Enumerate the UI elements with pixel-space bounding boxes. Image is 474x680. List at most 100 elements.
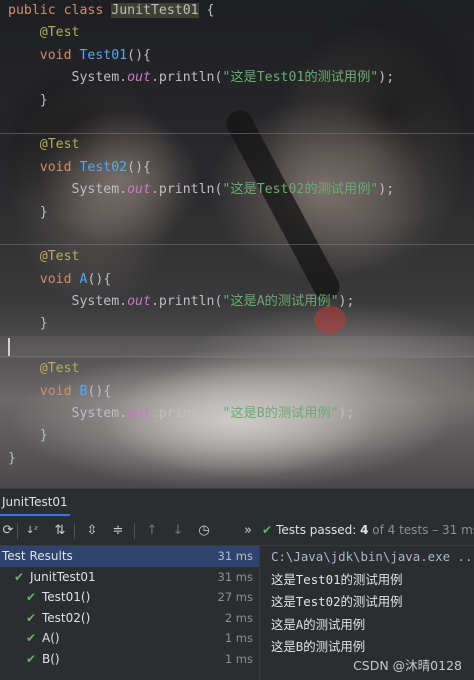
code-line[interactable]: void A(){ <box>8 269 394 291</box>
keyword: class <box>63 3 104 18</box>
code-line[interactable]: void B(){ <box>8 381 394 403</box>
code-line[interactable]: void Test01(){ <box>8 45 394 67</box>
tree-row-duration: 1 ms <box>224 631 253 645</box>
sort-alpha-icon[interactable]: ↓ᶻ <box>24 523 40 539</box>
tree-row-duration: 31 ms <box>217 549 253 563</box>
test-results-tree[interactable]: Test Results 31 ms ✔ JunitTest01 31 ms ✔ Test0… <box>0 546 260 680</box>
passed-check-icon: ✔ <box>14 569 25 584</box>
code-line[interactable]: System.out.println("这是Test02的测试用例"); <box>8 179 395 201</box>
tree-row[interactable]: ✔ Test02() 2 ms <box>0 608 259 629</box>
tree-row[interactable]: ✔ JunitTest01 31 ms <box>0 567 259 588</box>
static-field: out <box>127 406 151 422</box>
method-params: (){ <box>127 159 151 175</box>
method-name: Test02 <box>79 159 128 175</box>
code-line[interactable]: } <box>8 313 394 335</box>
code-line[interactable]: @Test <box>8 134 394 156</box>
code-line[interactable]: System.out.println("这是B的测试用例"); <box>8 403 394 425</box>
brace: } <box>39 428 48 444</box>
annotation: @Test <box>39 137 80 153</box>
method-call: .println( <box>150 294 223 310</box>
statement-end: ); <box>378 70 395 86</box>
tree-row-duration: 1 ms <box>224 651 253 666</box>
code-line[interactable]: } <box>8 448 394 470</box>
keyword: void <box>39 271 72 287</box>
history-icon[interactable]: ◷ <box>196 523 212 539</box>
string-literal: "这是Test01的测试用例" <box>222 70 379 86</box>
tree-row-label: Test01() <box>42 590 91 604</box>
class-ref: System. <box>71 294 128 310</box>
rerun-icon[interactable]: ⟳ <box>0 523 16 539</box>
brace: { <box>198 3 215 18</box>
string-literal: "这是B的测试用例" <box>222 406 339 422</box>
code-line[interactable]: } <box>8 202 394 224</box>
method-params: (){ <box>127 47 151 63</box>
passed-check-icon: ✔ <box>26 590 37 604</box>
code-line[interactable]: } <box>8 425 394 447</box>
string-literal: "这是A的测试用例" <box>222 294 339 310</box>
code-line[interactable] <box>8 336 394 358</box>
tree-row-duration: 27 ms <box>217 590 253 604</box>
class-name: JunitTest01 <box>111 3 199 18</box>
code-line[interactable]: @Test <box>8 246 394 268</box>
brace: } <box>39 204 48 220</box>
tests-status: ✔ Tests passed: 4 of 4 tests – 31 ms <box>262 523 474 537</box>
sort-duration-icon[interactable]: ⇅ <box>52 523 68 539</box>
tree-row[interactable]: Test Results 31 ms <box>0 546 259 567</box>
method-params: (){ <box>87 271 112 287</box>
method-name: Test01 <box>79 47 128 63</box>
code-line[interactable] <box>8 112 394 134</box>
prev-failed-icon[interactable]: ↑ <box>144 523 160 539</box>
toolbar-divider <box>74 523 75 539</box>
annotation: @Test <box>39 249 80 265</box>
code-line[interactable]: public class JunitTest01 { <box>8 0 394 22</box>
code-editor[interactable]: public class JunitTest01 { @Test void Te… <box>0 0 474 488</box>
more-icon[interactable]: » <box>240 523 256 539</box>
code-line[interactable]: @Test <box>8 22 394 44</box>
tree-row-label: JunitTest01 <box>30 569 96 584</box>
tree-row[interactable]: ✔ Test01() 27 ms <box>0 587 259 608</box>
method-params: (){ <box>87 383 112 399</box>
console-line: 这是Test02的测试用例 <box>271 594 403 609</box>
passed-check-icon: ✔ <box>26 610 37 625</box>
keyword: void <box>39 383 72 399</box>
next-failed-icon[interactable]: ↓ <box>170 523 186 539</box>
static-field: out <box>127 294 151 310</box>
check-icon: ✔ <box>262 523 273 537</box>
method-call: .println( <box>150 70 223 86</box>
console-line: 这是Test01的测试用例 <box>271 571 403 587</box>
tree-row-duration: 31 ms <box>217 569 253 584</box>
expand-all-icon[interactable]: ⇳ <box>84 523 100 539</box>
method-call: .println( <box>150 182 223 198</box>
passed-check-icon: ✔ <box>26 651 37 666</box>
code-line[interactable] <box>8 224 394 246</box>
static-field: out <box>127 182 151 198</box>
tree-row-label: Test Results <box>2 549 73 563</box>
watermark: CSDN @沐晴0128 <box>353 658 462 673</box>
code-line[interactable]: @Test <box>8 358 394 380</box>
tree-row[interactable]: ✔ B() 1 ms <box>0 649 259 670</box>
collapse-all-icon[interactable]: ≑ <box>110 523 126 539</box>
status-prefix: Tests passed: <box>276 523 361 537</box>
toolbar-divider <box>134 523 135 539</box>
class-ref: System. <box>71 70 128 86</box>
code-lines[interactable]: public class JunitTest01 { @Test void Te… <box>8 0 394 470</box>
passed-check-icon: ✔ <box>26 631 37 645</box>
annotation: @Test <box>39 25 80 41</box>
toolbar-divider <box>17 523 18 539</box>
run-tab[interactable]: JunitTest01 <box>0 495 70 509</box>
tree-row-duration: 2 ms <box>224 610 253 625</box>
code-line[interactable]: System.out.println("这是A的测试用例"); <box>8 291 394 313</box>
keyword: void <box>39 47 72 63</box>
code-line[interactable]: System.out.println("这是Test01的测试用例"); <box>8 67 395 89</box>
code-line[interactable]: void Test02(){ <box>8 157 394 179</box>
run-tab-bar: JunitTest01 <box>0 488 474 516</box>
tree-row-label: Test02() <box>42 610 91 625</box>
string-literal: "这是Test02的测试用例" <box>222 182 379 198</box>
tree-row-label: A() <box>42 631 60 645</box>
brace: } <box>39 316 48 332</box>
code-line[interactable]: } <box>8 90 394 112</box>
tree-row[interactable]: ✔ A() 1 ms <box>0 628 259 649</box>
class-ref: System. <box>71 406 128 422</box>
console-line: C:\Java\jdk\bin\java.exe ... <box>271 549 474 564</box>
brace: } <box>8 450 16 466</box>
